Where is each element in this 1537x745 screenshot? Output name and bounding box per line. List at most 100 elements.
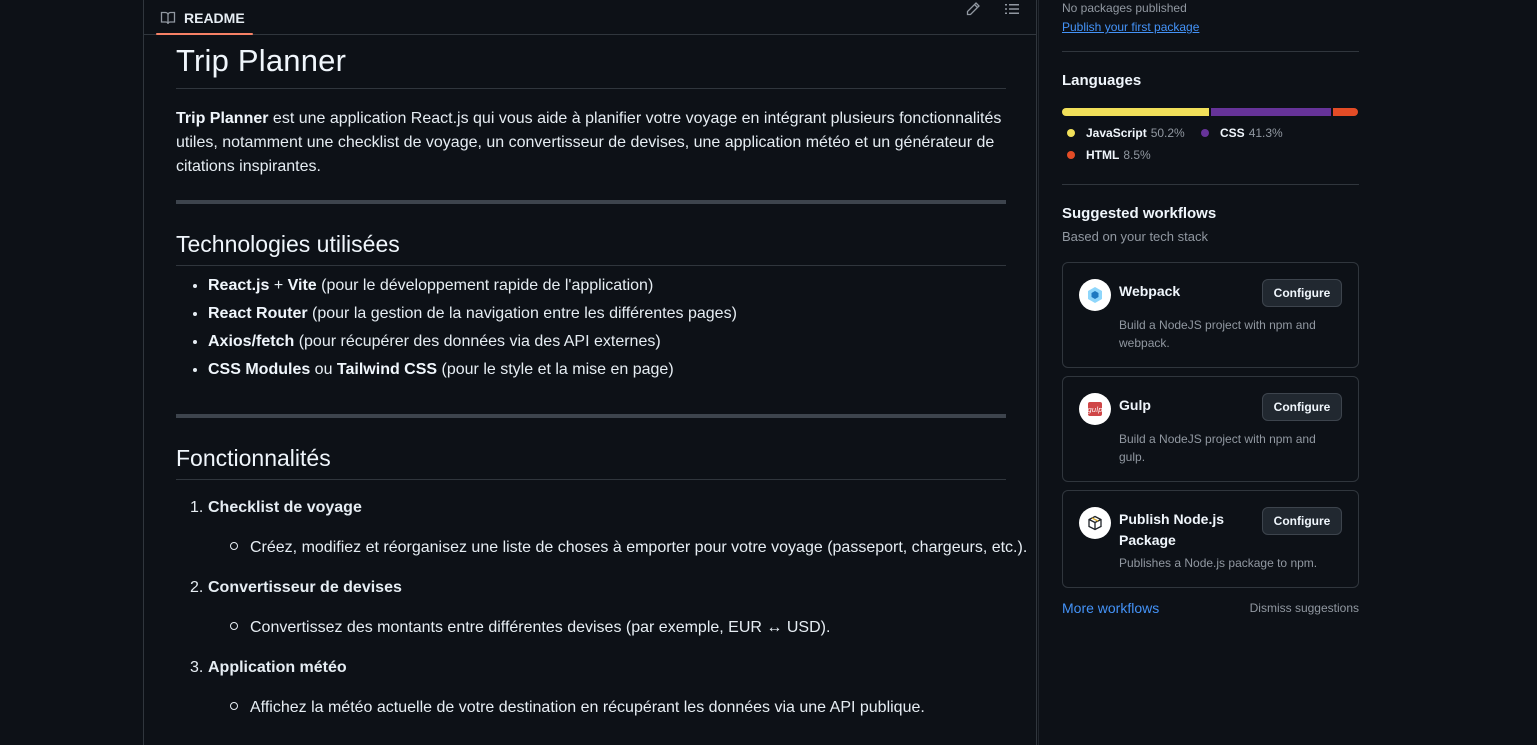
workflow-desc-line: Build a NodeJS project with npm and xyxy=(1119,432,1316,446)
workflow-description: Publishes a Node.js package to npm. xyxy=(1119,554,1339,572)
tech-name: React.js xyxy=(208,277,270,294)
language-percent: 41.3% xyxy=(1248,126,1283,140)
more-workflows-link[interactable]: More workflows xyxy=(1062,600,1159,616)
configure-button[interactable]: Configure xyxy=(1262,507,1342,535)
workflow-name: Publish Node.js Package xyxy=(1119,511,1225,548)
repo-page: README Trip Planner Trip Planner est une… xyxy=(0,0,1537,745)
language-bar-segment xyxy=(1333,108,1358,116)
section-divider xyxy=(176,414,1006,418)
feature-description: Convertissez des montants entre différen… xyxy=(230,619,830,637)
tech-list: React.js + Vite (pour le développement r… xyxy=(176,272,737,384)
tech-text: (pour le style et la mise en page) xyxy=(437,361,674,378)
workflow-desc-line: Publishes a Node.js package to npm. xyxy=(1119,556,1318,570)
language-bar-segment xyxy=(1062,108,1209,116)
tech-name: CSS Modules xyxy=(208,361,311,378)
tech-name: Tailwind CSS xyxy=(336,361,438,378)
language-dot xyxy=(1067,129,1075,137)
tech-text: (pour le développement rapide de l'appli… xyxy=(316,277,654,294)
readme-title: Trip Planner xyxy=(176,43,347,78)
sidebar-divider xyxy=(1062,184,1359,185)
configure-button[interactable]: Configure xyxy=(1262,393,1342,421)
feature-number: 2. xyxy=(190,579,204,596)
feature-number: 1. xyxy=(190,499,204,516)
feature-desc-text: Créez, modifiez et réorganisez une liste… xyxy=(250,539,1028,556)
language-name: HTML xyxy=(1086,148,1120,162)
sidebar-divider xyxy=(1062,51,1359,52)
workflow-desc-line: gulp. xyxy=(1119,450,1146,464)
gulp-icon: gulp xyxy=(1079,393,1111,425)
workflow-name: Gulp xyxy=(1119,397,1151,413)
readme-panel: README Trip Planner Trip Planner est une… xyxy=(143,0,1037,745)
list-item: CSS Modules ou Tailwind CSS (pour le sty… xyxy=(208,356,737,384)
readme-tab[interactable]: README xyxy=(152,1,253,35)
active-tab-indicator xyxy=(156,33,253,35)
readme-header: README xyxy=(144,0,1036,35)
tech-text: ou xyxy=(310,361,337,378)
tech-heading-divider xyxy=(176,265,1006,266)
readme-tab-label: README xyxy=(184,9,245,26)
languages-heading: Languages xyxy=(1062,72,1142,89)
workflow-description: Build a NodeJS project with npm and webp… xyxy=(1119,316,1339,352)
feature-title: Checklist de voyage xyxy=(208,499,362,516)
tech-heading: Technologies utilisées xyxy=(176,231,400,257)
language-bar xyxy=(1062,108,1358,116)
circle-bullet xyxy=(230,622,238,630)
column-divider xyxy=(1038,0,1039,745)
pencil-icon[interactable] xyxy=(965,1,981,17)
feature-title: Application météo xyxy=(208,659,347,676)
tech-name: Vite xyxy=(287,277,317,294)
language-percent: 8.5% xyxy=(1123,148,1151,162)
feature-description: Créez, modifiez et réorganisez une liste… xyxy=(230,539,1027,557)
workflow-card-publish-nodejs: Publish Node.js Package Configure Publis… xyxy=(1062,490,1359,588)
feature-title: Convertisseur de devises xyxy=(208,579,402,596)
tech-text: (pour récupérer des données via des API … xyxy=(294,333,661,350)
list-item: Axios/fetch (pour récupérer des données … xyxy=(208,328,737,356)
feature-number: 3. xyxy=(190,659,204,676)
intro-line2: utiles, notamment une checklist de voyag… xyxy=(176,134,995,151)
language-dot xyxy=(1067,151,1075,159)
features-heading: Fonctionnalités xyxy=(176,445,331,471)
tech-text: (pour la gestion de la navigation entre … xyxy=(307,305,737,322)
title-divider xyxy=(176,88,1006,89)
tech-name: React Router xyxy=(208,305,308,322)
feature-description: Affichez la météo actuelle de votre dest… xyxy=(230,699,925,717)
configure-button[interactable]: Configure xyxy=(1262,279,1342,307)
language-bar-segment xyxy=(1210,108,1332,116)
workflow-desc-line: webpack. xyxy=(1119,336,1170,350)
feature-desc-text: Convertissez des montants entre différen… xyxy=(250,619,831,636)
workflows-heading: Suggested workflows xyxy=(1062,205,1217,222)
language-dot xyxy=(1201,129,1209,137)
svg-text:gulp: gulp xyxy=(1087,406,1103,414)
workflow-desc-line: Build a NodeJS project with npm and xyxy=(1119,318,1316,332)
list-item: React Router (pour la gestion de la navi… xyxy=(208,300,737,328)
language-css[interactable]: CSS 41.3% xyxy=(1201,126,1283,140)
feature-desc-text: Affichez la météo actuelle de votre dest… xyxy=(250,699,925,716)
tech-text: + xyxy=(269,277,288,294)
packages-status: No packages published xyxy=(1062,1,1187,15)
workflows-subheading: Based on your tech stack xyxy=(1062,229,1208,244)
intro-line3: citations inspirantes. xyxy=(176,158,321,175)
dismiss-suggestions-button[interactable]: Dismiss suggestions xyxy=(1250,601,1359,615)
intro-bold: Trip Planner xyxy=(176,110,269,127)
workflow-description: Build a NodeJS project with npm and gulp… xyxy=(1119,430,1339,466)
book-icon xyxy=(160,10,176,26)
language-name: CSS xyxy=(1220,126,1245,140)
tech-name: Axios/fetch xyxy=(208,333,295,350)
workflow-name: Webpack xyxy=(1119,283,1181,299)
circle-bullet xyxy=(230,542,238,550)
package-icon xyxy=(1079,507,1111,539)
intro-line1: est une application React.js qui vous ai… xyxy=(268,110,1002,127)
language-javascript[interactable]: JavaScript 50.2% xyxy=(1067,126,1185,140)
circle-bullet xyxy=(230,702,238,710)
features-heading-divider xyxy=(176,479,1006,480)
workflow-card-gulp: gulp Gulp Configure Build a NodeJS proje… xyxy=(1062,376,1359,482)
list-icon[interactable] xyxy=(1004,1,1020,17)
publish-package-link[interactable]: Publish your first package xyxy=(1062,20,1199,34)
workflow-card-webpack: Webpack Configure Build a NodeJS project… xyxy=(1062,262,1359,368)
language-percent: 50.2% xyxy=(1150,126,1185,140)
language-name: JavaScript xyxy=(1086,126,1147,140)
language-html[interactable]: HTML 8.5% xyxy=(1067,148,1151,162)
webpack-icon xyxy=(1079,279,1111,311)
intro-paragraph: Trip Planner est une application React.j… xyxy=(176,107,1006,179)
section-divider xyxy=(176,200,1006,204)
